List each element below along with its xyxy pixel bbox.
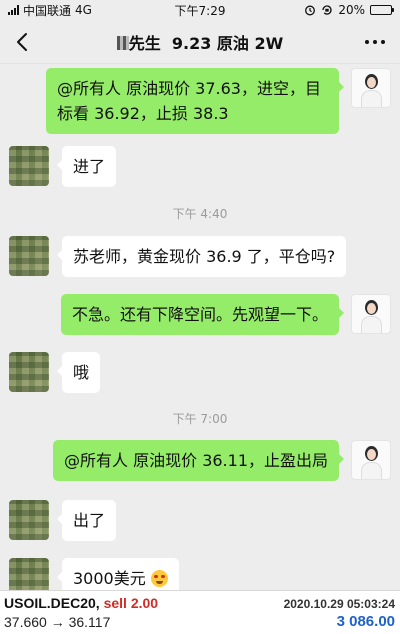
more-dot-icon xyxy=(373,40,377,44)
ticker-prices: 37.660 → 36.117 xyxy=(4,614,111,630)
alarm-icon xyxy=(305,5,316,16)
trade-ticker: USOIL.DEC20, sell 2.00 2020.10.29 05:03:… xyxy=(0,590,400,634)
message-bubble-other[interactable]: 出了 xyxy=(56,500,117,541)
more-options-button[interactable] xyxy=(362,30,388,54)
message-text: @所有人 原油现价 36.11，止盈出局 xyxy=(64,451,328,470)
grin-emoji-icon xyxy=(150,570,168,587)
avatar-body xyxy=(361,316,382,333)
self-avatar[interactable] xyxy=(351,294,391,334)
message-text: 苏老师，黄金现价 36.9 了，平仓吗? xyxy=(73,247,336,266)
ticker-datetime: 2020.10.29 05:03:24 xyxy=(283,597,395,611)
status-left: 中国联通 4G xyxy=(8,2,92,19)
message-timestamp: 下午 4:40 xyxy=(172,207,228,221)
contact-avatar[interactable] xyxy=(9,236,49,276)
chat-title: 先生 9.23 原油 2W xyxy=(0,30,400,54)
back-button[interactable] xyxy=(0,20,44,64)
carrier-name: 中国联通 xyxy=(23,3,72,18)
contact-avatar[interactable] xyxy=(9,352,49,392)
avatar-body xyxy=(361,462,382,479)
status-right: 20% xyxy=(304,3,394,17)
contact-avatar[interactable] xyxy=(9,500,49,540)
message-bubble-other[interactable]: 苏老师，黄金现价 36.9 了，平仓吗? xyxy=(56,236,347,277)
message-text: 3000美元 xyxy=(73,569,146,588)
orientation-lock-icon xyxy=(322,5,332,15)
ticker-profit: 3 086.00 xyxy=(336,613,395,630)
message-text: 不急。还有下降空间。先观望一下。 xyxy=(71,305,328,324)
message-bubble-other[interactable]: 哦 xyxy=(56,352,101,393)
chat-title-rest: 9.23 原油 2W xyxy=(171,33,284,53)
avatar-face xyxy=(367,449,376,460)
chat-title-prefix: 先生 xyxy=(128,33,161,53)
message-bubble-self[interactable]: @所有人 原油现价 37.63，进空，目标看 36.92，止损 38.3 xyxy=(46,68,344,134)
message-bubble-self[interactable]: @所有人 原油现价 36.11，止盈出局 xyxy=(53,440,344,481)
avatar-body xyxy=(361,90,382,107)
avatar-face xyxy=(367,77,376,88)
more-dot-icon xyxy=(381,40,385,44)
status-bar: 中国联通 4G 下午7:29 20% xyxy=(0,0,400,20)
ticker-action: sell 2.00 xyxy=(103,595,159,611)
message-timestamp: 下午 7:00 xyxy=(172,412,228,426)
message-text: 出了 xyxy=(73,511,106,530)
battery-icon xyxy=(370,5,394,15)
network-type: 4G xyxy=(75,3,92,17)
message-bubble-self[interactable]: 不急。还有下降空间。先观望一下。 xyxy=(60,294,345,335)
chat-header: 先生 9.23 原油 2W xyxy=(0,20,400,64)
ticker-order: USOIL.DEC20, sell 2.00 xyxy=(4,595,158,611)
chat-messages[interactable]: @所有人 原油现价 37.63，进空，目标看 36.92，止损 38.3 进了 … xyxy=(0,64,400,590)
self-avatar[interactable] xyxy=(351,68,391,108)
message-bubble-other[interactable]: 3000美元 xyxy=(57,558,179,590)
signal-icon xyxy=(8,5,19,15)
contact-avatar[interactable] xyxy=(9,558,49,590)
ticker-symbol: USOIL.DEC20, xyxy=(4,595,100,611)
message-bubble-other[interactable]: 进了 xyxy=(56,146,117,187)
battery-percent: 20% xyxy=(338,3,365,17)
self-avatar[interactable] xyxy=(351,440,391,480)
contact-avatar[interactable] xyxy=(9,146,49,186)
more-dot-icon xyxy=(365,40,369,44)
message-text: 进了 xyxy=(73,157,106,176)
message-text: @所有人 原油现价 37.63，进空，目标看 36.92，止损 38.3 xyxy=(57,79,321,123)
chevron-left-icon xyxy=(17,32,27,51)
avatar-face xyxy=(367,303,376,314)
redacted-mosaic xyxy=(116,35,129,50)
message-text: 哦 xyxy=(73,363,90,382)
